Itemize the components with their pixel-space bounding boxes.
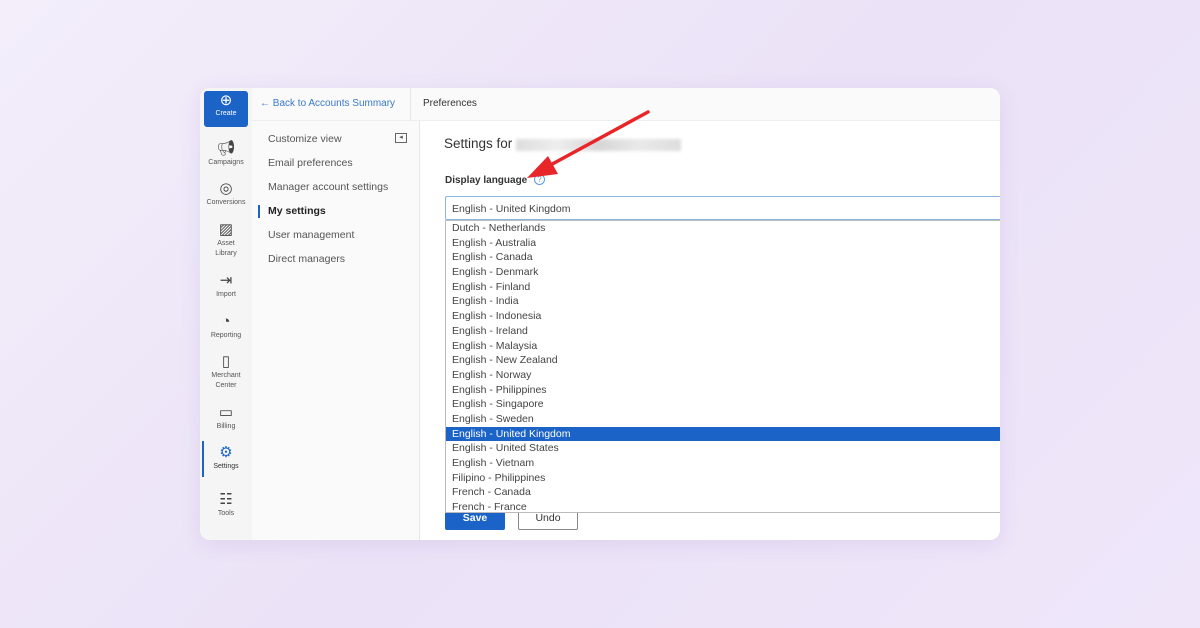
rail-item-merchant-center[interactable]: ▯ Merchant Center: [200, 353, 252, 391]
nav-item-direct-managers[interactable]: Direct managers: [268, 253, 345, 265]
display-language-label: Display language: [445, 175, 528, 186]
language-option[interactable]: English - Malaysia: [446, 339, 1000, 354]
arrow-left-icon: ←: [260, 98, 273, 109]
target-icon: ◎: [219, 180, 233, 197]
rail-item-settings[interactable]: ⚙ Settings: [200, 444, 252, 472]
app-window: ⊕ Create 📢︎ Campaigns ◎ Conversions ▨ Asset…: [200, 88, 1000, 540]
language-option[interactable]: English - Norway: [446, 368, 1000, 383]
language-dropdown-list[interactable]: Dutch - Netherlands English - Australia En…: [445, 220, 1000, 513]
gear-icon: ⚙: [219, 444, 233, 461]
language-option[interactable]: French - France: [446, 500, 1000, 512]
wallet-icon: ▭: [218, 404, 234, 421]
language-option[interactable]: English - Denmark: [446, 265, 1000, 280]
language-option[interactable]: English - New Zealand: [446, 353, 1000, 368]
list-icon: ☷: [219, 491, 233, 508]
rail-item-reporting[interactable]: ◔ Reporting: [200, 313, 252, 341]
collapse-panel-icon[interactable]: ◂: [395, 133, 407, 143]
nav-item-user-management[interactable]: User management: [268, 229, 354, 241]
language-option[interactable]: English - United States: [446, 441, 1000, 456]
rail-item-conversions[interactable]: ◎ Conversions: [200, 180, 252, 208]
settings-nav: ◂ Customize view Email preferences Manag…: [252, 121, 420, 540]
language-option[interactable]: Filipino - Philippines: [446, 471, 1000, 486]
rail-item-asset-library[interactable]: ▨ Asset Library: [200, 221, 252, 259]
nav-item-manager-account-settings[interactable]: Manager account settings: [268, 181, 388, 193]
language-option[interactable]: English - Indonesia: [446, 309, 1000, 324]
nav-item-customize-view[interactable]: Customize view: [268, 133, 342, 145]
language-option[interactable]: Dutch - Netherlands: [446, 221, 1000, 236]
language-option[interactable]: French - Canada: [446, 485, 1000, 500]
megaphone-icon: 📢︎: [216, 140, 236, 157]
rail-item-import[interactable]: ⇥ Import: [200, 272, 252, 300]
language-option[interactable]: English - Finland: [446, 280, 1000, 295]
image-edit-icon: ▨: [218, 221, 234, 238]
language-option[interactable]: English - Australia: [446, 236, 1000, 251]
plus-circle-icon: ⊕: [219, 92, 233, 109]
divider: [410, 88, 411, 121]
top-bar: ← Back to Accounts Summary Preferences: [252, 88, 1000, 121]
language-option[interactable]: English - Philippines: [446, 383, 1000, 398]
language-option[interactable]: English - India: [446, 294, 1000, 309]
nav-item-my-settings[interactable]: My settings: [268, 205, 326, 217]
display-language-select[interactable]: English - United Kingdom: [445, 196, 1000, 220]
page-title: Settings for: [444, 136, 513, 151]
main-panel: Settings for Display language ? English …: [421, 121, 1000, 540]
nav-active-indicator: [258, 205, 260, 218]
language-option[interactable]: English - United Kingdom: [446, 426, 1000, 442]
help-icon[interactable]: ?: [534, 174, 545, 185]
redacted-account-name: [516, 139, 681, 151]
language-option[interactable]: English - Vietnam: [446, 456, 1000, 471]
shopping-bag-icon: ▯: [221, 353, 231, 370]
chart-icon: ◔: [221, 313, 231, 330]
rail-item-campaigns[interactable]: 📢︎ Campaigns: [200, 140, 252, 168]
language-option[interactable]: English - Sweden: [446, 412, 1000, 427]
import-arrow-icon: ⇥: [219, 272, 233, 289]
rail-item-tools[interactable]: ☷ Tools: [200, 491, 252, 519]
rail-item-billing[interactable]: ▭ Billing: [200, 404, 252, 432]
create-button[interactable]: ⊕ Create: [204, 91, 248, 127]
language-option[interactable]: English - Ireland: [446, 324, 1000, 339]
back-link[interactable]: ← Back to Accounts Summary: [260, 98, 395, 109]
language-option[interactable]: English - Singapore: [446, 397, 1000, 412]
left-rail: ⊕ Create 📢︎ Campaigns ◎ Conversions ▨ Asset…: [200, 88, 252, 540]
nav-item-email-preferences[interactable]: Email preferences: [268, 157, 353, 169]
breadcrumb: Preferences: [423, 98, 477, 109]
language-option[interactable]: English - Canada: [446, 250, 1000, 265]
